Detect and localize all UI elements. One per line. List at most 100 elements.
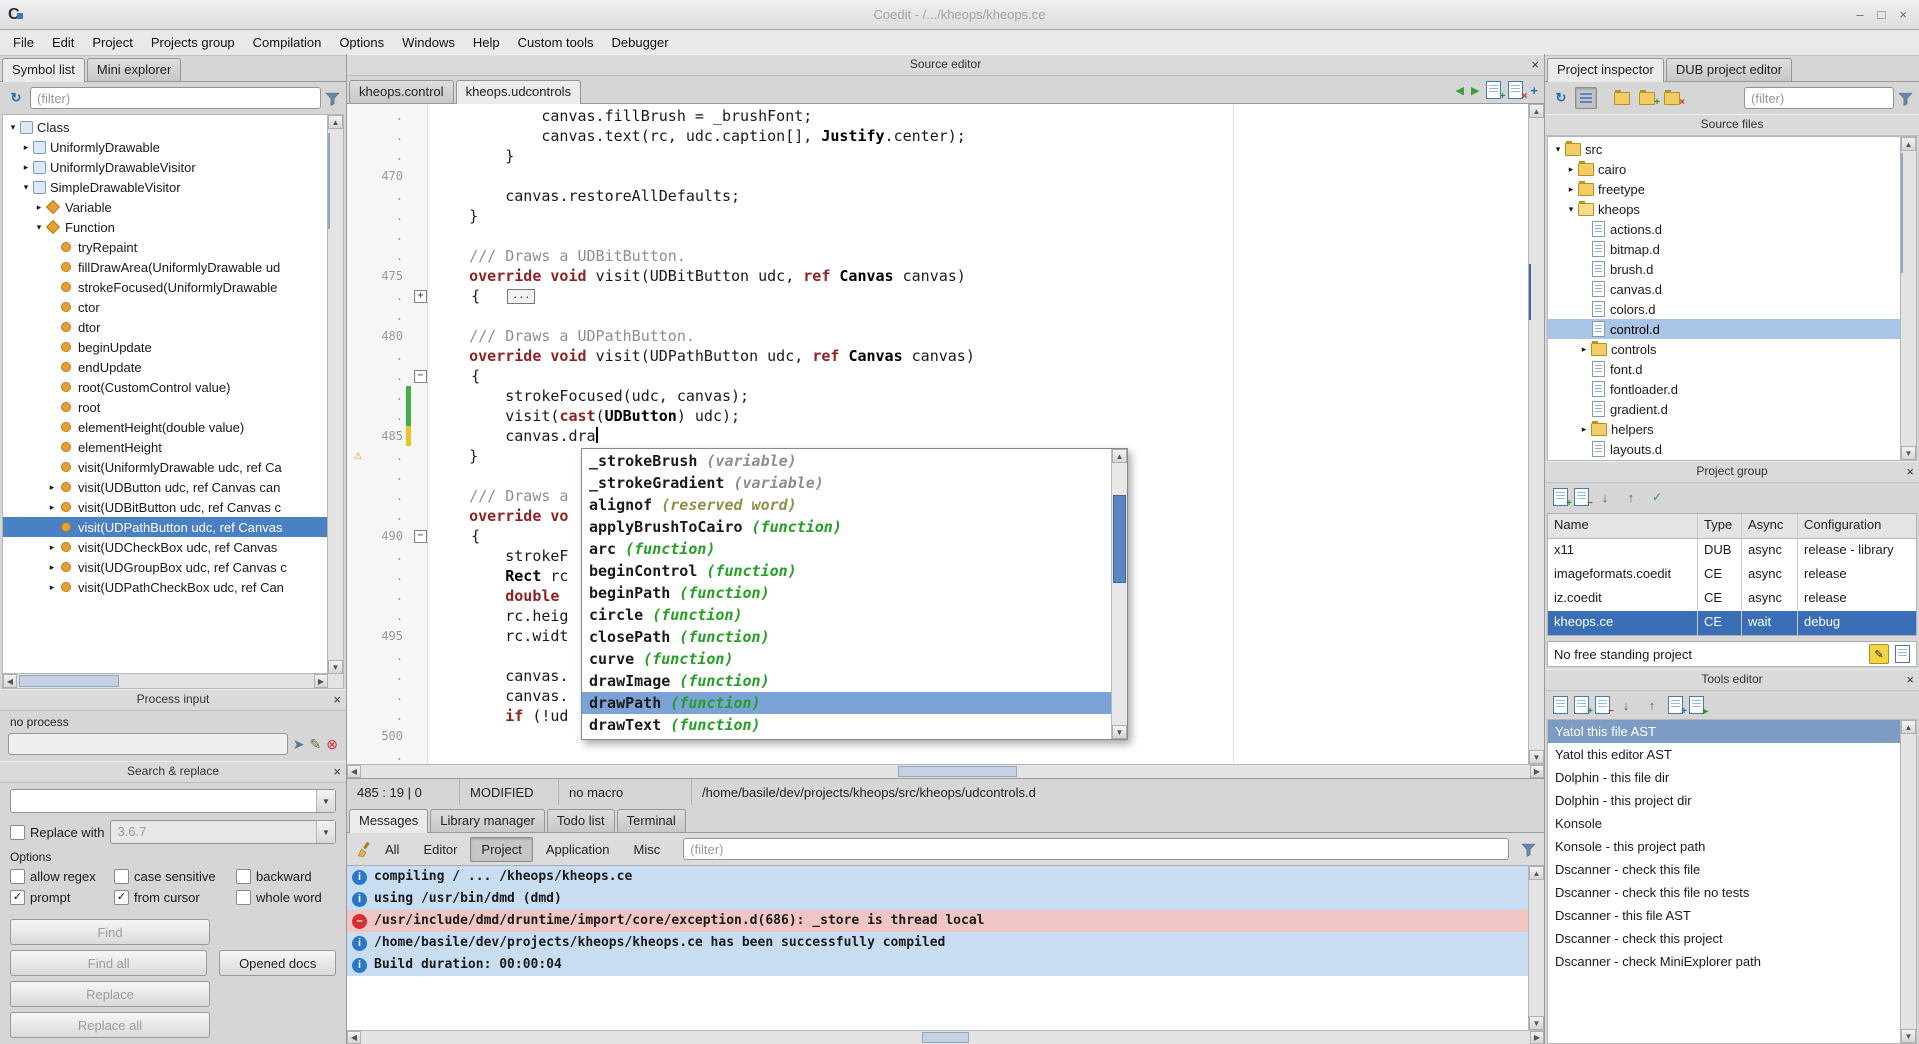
scroll-up-icon[interactable]: ▲ (1901, 720, 1916, 734)
fold-marker[interactable]: − (414, 530, 427, 543)
tree-item-endupdate[interactable]: endUpdate (3, 357, 328, 377)
tool-item-dolphin-this-project-dir[interactable]: Dolphin - this project dir (1548, 789, 1901, 812)
expand-arrow[interactable]: ▾ (1565, 204, 1577, 215)
scroll-left-icon[interactable]: ◀ (347, 1031, 361, 1044)
replace-button[interactable]: Replace (10, 981, 210, 1007)
replace-all-button[interactable]: Replace all (10, 1012, 210, 1038)
search-combo[interactable]: ▼ (10, 789, 336, 813)
tree-item-dtor[interactable]: dtor (3, 317, 328, 337)
tool-item-konsole-this-project-path[interactable]: Konsole - this project path (1548, 835, 1901, 858)
tree-item-bitmap-d[interactable]: bitmap.d (1548, 239, 1901, 259)
tree-item-freetype[interactable]: ▸freetype (1548, 179, 1901, 199)
new-free-project-icon[interactable] (1895, 645, 1910, 663)
new-tool-icon[interactable] (1553, 696, 1568, 714)
scroll-up-icon[interactable]: ▲ (1529, 104, 1544, 118)
expand-arrow[interactable]: ▾ (20, 182, 32, 193)
scroll-up-icon[interactable]: ▲ (328, 115, 343, 129)
clone-tool-icon[interactable]: + (1668, 696, 1683, 714)
tool-item-dscanner-check-this-file[interactable]: Dscanner - check this file (1548, 858, 1901, 881)
tree-item-src[interactable]: ▾src (1548, 139, 1901, 159)
kill-process-icon[interactable]: ⊗ (326, 736, 338, 753)
messages-hscrollbar[interactable]: ◀ ▶ (347, 1030, 1544, 1044)
menu-item-compilation[interactable]: Compilation (244, 32, 331, 53)
close-panel-icon[interactable]: × (1531, 56, 1539, 74)
symbol-vscrollbar[interactable]: ▲ ▼ (327, 115, 343, 688)
expand-arrow[interactable]: ▸ (20, 142, 32, 153)
checkbox-allow-regex[interactable]: allow regex (10, 869, 114, 884)
project-row-kheops-ce[interactable]: kheops.ceCEwaitdebug (1548, 611, 1916, 635)
tab-messages[interactable]: Messages (349, 809, 428, 833)
expand-arrow[interactable]: ▸ (46, 542, 58, 553)
tab-todo-list[interactable]: Todo list (547, 809, 615, 832)
scroll-down-icon[interactable]: ▼ (1529, 750, 1544, 764)
tool-item-yatol-this-editor-ast[interactable]: Yatol this editor AST (1548, 743, 1901, 766)
filter-funnel-icon[interactable] (1521, 842, 1536, 857)
tree-item-function[interactable]: ▾Function (3, 217, 328, 237)
fold-marker[interactable]: + (414, 290, 427, 303)
tree-item-uniformlydrawable[interactable]: ▸UniformlyDrawable (3, 137, 328, 157)
checkbox-whole-word[interactable]: whole word (236, 890, 336, 905)
scroll-up-icon[interactable]: ▲ (1112, 449, 1127, 463)
folded-region-box[interactable]: ... (507, 289, 535, 304)
tree-item-tryrepaint[interactable]: tryRepaint (3, 237, 328, 257)
move-up-icon[interactable]: ↑ (1642, 695, 1662, 715)
refresh-icon[interactable]: ↻ (1551, 88, 1571, 108)
completion-item-closepath[interactable]: closePath (function) (582, 626, 1111, 648)
code-line[interactable]: . (347, 746, 1529, 764)
code-line[interactable]: . strokeFocused(udc, canvas); (347, 386, 1529, 406)
minimize-icon[interactable]: – (1856, 7, 1863, 22)
column-header-async[interactable]: Async (1742, 514, 1798, 538)
tool-item-dscanner-check-this-project[interactable]: Dscanner - check this project (1548, 927, 1901, 950)
find-button[interactable]: Find (10, 919, 210, 945)
tree-item-visit-udpathcheckbox-udc-ref-can[interactable]: ▸visit(UDPathCheckBox udc, ref Can (3, 577, 328, 597)
tool-item-dscanner-check-miniexplorer-path[interactable]: Dscanner - check MiniExplorer path (1548, 950, 1901, 973)
tree-item-control-d[interactable]: control.d (1548, 319, 1901, 339)
tools-vscrollbar[interactable]: ▲ ▼ (1900, 720, 1916, 1043)
completion-item-circle[interactable]: circle (function) (582, 604, 1111, 626)
code-line[interactable]: . visit(cast(UDButton) udc); (347, 406, 1529, 426)
tool-item-dolphin-this-file-dir[interactable]: Dolphin - this file dir (1548, 766, 1901, 789)
messages-filter-input[interactable] (683, 838, 1509, 860)
tree-item-cairo[interactable]: ▸cairo (1548, 159, 1901, 179)
close-document-icon[interactable]: × (1508, 81, 1523, 99)
tree-item-elementheight[interactable]: elementHeight (3, 437, 328, 457)
expand-arrow[interactable]: ▾ (1552, 144, 1564, 155)
files-vscrollbar[interactable]: ▲ ▼ (1900, 137, 1916, 460)
filter-funnel-icon[interactable] (1898, 91, 1913, 106)
expand-arrow[interactable]: ▸ (1565, 184, 1577, 195)
checkbox-case-sensitive[interactable]: case sensitive (114, 869, 236, 884)
menu-item-projects-group[interactable]: Projects group (142, 32, 244, 53)
close-icon[interactable]: × (1899, 7, 1907, 22)
add-project-icon[interactable]: + (1553, 488, 1568, 506)
completion-scrollbar[interactable]: ▲ ▼ (1111, 449, 1127, 739)
completion-item-strokegradient[interactable]: _strokeGradient (variable) (582, 472, 1111, 494)
tree-item-class[interactable]: ▾Class (3, 117, 328, 137)
expand-arrow[interactable]: ▸ (1578, 424, 1590, 435)
replace-combo[interactable]: 3.6.7 ▼ (110, 820, 336, 844)
expand-arrow[interactable]: ▸ (1578, 344, 1590, 355)
menu-item-project[interactable]: Project (83, 32, 141, 53)
remove-project-icon[interactable]: − (1574, 488, 1589, 506)
tree-item-visit-udgroupbox-udc-ref-canvas-c[interactable]: ▸visit(UDGroupBox udc, ref Canvas c (3, 557, 328, 577)
expand-arrow[interactable]: ▾ (33, 222, 45, 233)
code-line[interactable]: . /// Draws a UDBitButton. (347, 246, 1529, 266)
scroll-down-icon[interactable]: ▼ (1112, 725, 1127, 739)
scroll-down-icon[interactable]: ▼ (1529, 1016, 1544, 1030)
tree-item-controls[interactable]: ▸controls (1548, 339, 1901, 359)
tab-mini-explorer[interactable]: Mini explorer (87, 58, 181, 81)
scroll-down-icon[interactable]: ▼ (328, 660, 343, 674)
project-filter-input[interactable] (1744, 87, 1894, 109)
tree-item-root-customcontrol-value[interactable]: root(CustomControl value) (3, 377, 328, 397)
scroll-right-icon[interactable]: ▶ (314, 674, 328, 688)
send-icon[interactable]: ➤ (293, 736, 305, 753)
tree-item-brush-d[interactable]: brush.d (1548, 259, 1901, 279)
move-down-icon[interactable]: ↓ (1595, 487, 1615, 507)
tree-item-actions-d[interactable]: actions.d (1548, 219, 1901, 239)
completion-item-arc[interactable]: arc (function) (582, 538, 1111, 560)
menu-item-file[interactable]: File (4, 32, 43, 53)
messages-filter-editor[interactable]: Editor (412, 837, 468, 862)
tree-item-canvas-d[interactable]: canvas.d (1548, 279, 1901, 299)
replace-with-checkbox[interactable]: Replace with (10, 825, 104, 840)
tree-item-root[interactable]: root (3, 397, 328, 417)
scroll-up-icon[interactable]: ▲ (1901, 137, 1916, 151)
